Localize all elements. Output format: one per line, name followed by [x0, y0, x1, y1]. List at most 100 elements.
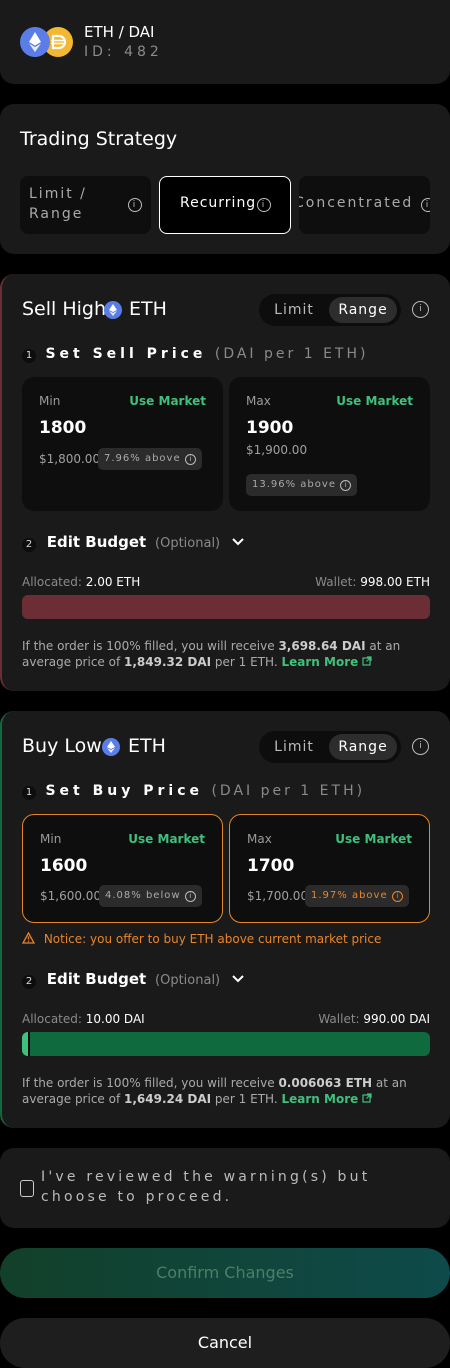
info-icon[interactable]: i — [340, 480, 352, 491]
toggle-range[interactable]: Range — [329, 297, 397, 323]
info-icon[interactable]: i — [184, 454, 196, 465]
external-link-icon[interactable] — [362, 654, 372, 670]
info-icon[interactable]: i — [257, 198, 271, 212]
buy-type-toggle: Limit Range — [259, 731, 401, 763]
min-fiat-value: $1,800.00 — [39, 452, 101, 466]
info-icon[interactable]: i — [412, 738, 429, 755]
sell-max-price-box[interactable]: Max Use Market 1900 $1,900.00 13.96% abo… — [229, 377, 430, 511]
sell-title: Sell High — [22, 298, 107, 320]
ethereum-token-icon — [20, 27, 50, 57]
buy-step2[interactable]: 2 Edit Budget (Optional) — [22, 970, 245, 989]
info-icon[interactable]: i — [391, 891, 403, 902]
buy-title: Buy Low — [22, 735, 102, 757]
step-number: 1 — [22, 786, 36, 800]
min-label: Min — [39, 394, 61, 408]
chevron-down-icon[interactable] — [231, 533, 245, 551]
buy-summary: If the order is 100% filled, you will re… — [22, 1075, 427, 1107]
warning-icon — [21, 931, 36, 947]
wallet-value: 998.00 ETH — [360, 575, 430, 589]
buy-allocated: Allocated: 10.00 DAI — [22, 1012, 145, 1026]
budget-fill — [22, 595, 430, 619]
step-number: 2 — [22, 975, 36, 989]
step-label: Set Sell Price — [45, 346, 207, 362]
max-label: Max — [246, 394, 271, 408]
buy-low-card: Buy Low ETH Limit Range i 1 Set Buy Pric… — [0, 711, 450, 1128]
step-unit: (DAI per 1 ETH) — [211, 783, 366, 799]
chevron-down-icon[interactable] — [231, 970, 245, 988]
sell-budget-slider[interactable] — [22, 595, 430, 619]
sell-high-card: Sell High ETH Limit Range i 1 Set Sell P… — [0, 274, 450, 691]
external-link-icon[interactable] — [362, 1091, 372, 1107]
sell-wallet: Wallet: 998.00 ETH — [315, 575, 430, 589]
trading-strategy-title: Trading Strategy — [20, 128, 178, 150]
use-market-button[interactable]: Use Market — [128, 832, 205, 846]
market-diff-badge: 7.96% above i — [98, 448, 202, 470]
buy-budget-slider[interactable] — [22, 1032, 430, 1056]
use-market-button[interactable]: Use Market — [336, 394, 413, 408]
use-market-button[interactable]: Use Market — [335, 832, 412, 846]
badge-text: 13.96% above — [252, 479, 336, 490]
sell-step2[interactable]: 2 Edit Budget (Optional) — [22, 533, 245, 552]
buy-step1: 1 Set Buy Price (DAI per 1 ETH) — [22, 783, 365, 800]
info-icon[interactable]: i — [421, 198, 430, 212]
step-optional: (Optional) — [155, 973, 221, 988]
ethereum-token-icon — [104, 301, 122, 319]
cancel-button[interactable]: Cancel — [0, 1318, 450, 1368]
max-fiat-value: $1,900.00 — [246, 443, 308, 457]
sell-step1: 1 Set Sell Price (DAI per 1 ETH) — [22, 346, 368, 363]
buy-token: ETH — [128, 735, 166, 757]
badge-text: 7.96% above — [104, 453, 181, 464]
warning-confirm-label[interactable]: I've reviewed the warning(s) but choose … — [41, 1167, 411, 1207]
warning-confirm-card: I've reviewed the warning(s) but choose … — [0, 1148, 450, 1228]
strategy-option-label: Recurring — [180, 195, 257, 211]
min-price-input[interactable]: 1800 — [39, 418, 86, 438]
wallet-label: Wallet: — [315, 575, 357, 589]
buy-max-price-box[interactable]: Max Use Market 1700 $1,700.00 1.97% abov… — [229, 814, 430, 923]
sell-type-toggle: Limit Range — [259, 294, 401, 326]
learn-more-link[interactable]: Learn More — [281, 655, 358, 669]
confirm-changes-button[interactable]: Confirm Changes — [0, 1248, 450, 1298]
summary-amount: 0.006063 ETH — [278, 1076, 373, 1090]
max-price-input[interactable]: 1900 — [246, 418, 293, 438]
strategy-option-recurring[interactable]: Recurring i — [159, 176, 291, 234]
badge-text: 4.08% below — [105, 890, 181, 901]
toggle-limit[interactable]: Limit — [262, 734, 326, 760]
max-fiat-value: $1,700.00 — [247, 889, 309, 903]
allocated-value: 2.00 ETH — [85, 575, 141, 589]
allocated-label: Allocated: — [22, 575, 82, 589]
allocated-value: 10.00 DAI — [85, 1012, 145, 1026]
step-label: Edit Budget — [46, 533, 147, 551]
strategy-option-label: Limit / Range — [29, 186, 87, 222]
min-label: Min — [40, 832, 62, 846]
info-icon[interactable]: i — [128, 198, 142, 212]
strategy-option-limit-range[interactable]: Limit / Range i — [20, 176, 151, 234]
min-fiat-value: $1,600.00 — [40, 889, 102, 903]
trading-strategy-card: Trading Strategy Limit / Range i Recurri… — [0, 104, 450, 254]
max-label: Max — [247, 832, 272, 846]
strategy-option-label: Concentrated — [299, 195, 414, 211]
market-diff-badge: 1.97% above i — [305, 885, 409, 907]
sell-min-price-box[interactable]: Min Use Market 1800 $1,800.00 7.96% abov… — [22, 377, 223, 511]
step-optional: (Optional) — [155, 536, 221, 551]
strategy-option-concentrated[interactable]: Concentrated i — [299, 176, 430, 234]
info-icon[interactable]: i — [412, 301, 429, 318]
wallet-value: 990.00 DAI — [363, 1012, 430, 1026]
summary-amount: 3,698.64 DAI — [278, 639, 366, 653]
learn-more-link[interactable]: Learn More — [281, 1092, 358, 1106]
market-diff-badge: 4.08% below i — [99, 885, 202, 907]
info-icon[interactable]: i — [184, 891, 196, 902]
warning-confirm-checkbox[interactable] — [20, 1180, 34, 1197]
pair-title: ETH / DAI — [84, 23, 155, 41]
min-price-input[interactable]: 1600 — [40, 856, 87, 876]
badge-text: 1.97% above — [311, 890, 388, 901]
buy-min-price-box[interactable]: Min Use Market 1600 $1,600.00 4.08% belo… — [22, 814, 223, 923]
ethereum-token-icon — [102, 738, 120, 756]
toggle-range[interactable]: Range — [329, 734, 397, 760]
summary-text: If the order is 100% filled, you will re… — [22, 1076, 279, 1090]
max-price-input[interactable]: 1700 — [247, 856, 294, 876]
summary-price: 1,849.32 DAI — [124, 655, 212, 669]
toggle-limit[interactable]: Limit — [262, 297, 326, 323]
header-card: ETH / DAI ID: 482 — [0, 0, 450, 84]
use-market-button[interactable]: Use Market — [129, 394, 206, 408]
budget-fill — [22, 1032, 31, 1056]
